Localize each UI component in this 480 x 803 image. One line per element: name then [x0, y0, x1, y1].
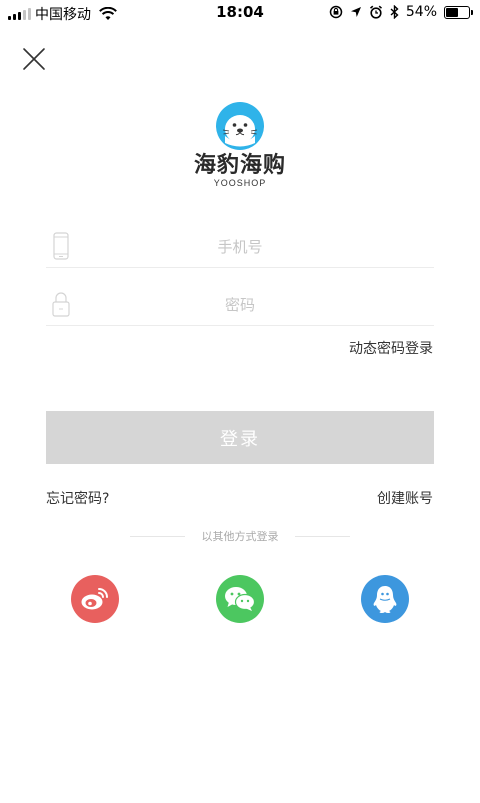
other-login-divider: 以其他方式登录: [130, 528, 350, 544]
weibo-icon: [81, 588, 108, 610]
alarm-icon: [369, 5, 382, 19]
location-icon: [350, 7, 361, 17]
phone-icon: [53, 232, 69, 260]
phone-field-row: [46, 228, 434, 268]
seal-logo-icon: [216, 102, 264, 150]
divider-line-right: [295, 536, 350, 537]
qq-login-button[interactable]: [361, 575, 409, 623]
password-input[interactable]: [86, 290, 394, 320]
brand-logo: 海豹海购 YOOSHOP: [0, 102, 480, 188]
brand-title: 海豹海购: [193, 153, 286, 178]
battery-percent: 54%: [405, 4, 437, 20]
qq-icon: [373, 586, 397, 613]
create-account-link[interactable]: 创建账号: [377, 488, 433, 508]
wechat-login-button[interactable]: [216, 575, 264, 623]
forgot-password-link[interactable]: 忘记密码?: [46, 488, 109, 508]
phone-input[interactable]: [86, 232, 394, 262]
brand-subtitle: YOOSHOP: [213, 178, 267, 188]
bluetooth-icon: [390, 5, 399, 19]
lock-icon: [52, 292, 70, 317]
rotation-lock-icon: [329, 5, 343, 19]
battery-level: [446, 7, 458, 17]
close-icon[interactable]: [22, 47, 46, 71]
weibo-login-button[interactable]: [71, 575, 119, 623]
wechat-icon: [225, 587, 256, 611]
status-bar: 中国移动 18:04 54%: [0, 0, 480, 26]
login-button[interactable]: 登录: [46, 411, 434, 464]
password-field-row: [46, 286, 434, 326]
battery-icon: [444, 5, 473, 19]
status-right: 54%: [329, 4, 473, 20]
dynamic-password-login-link[interactable]: 动态密码登录: [349, 338, 433, 358]
